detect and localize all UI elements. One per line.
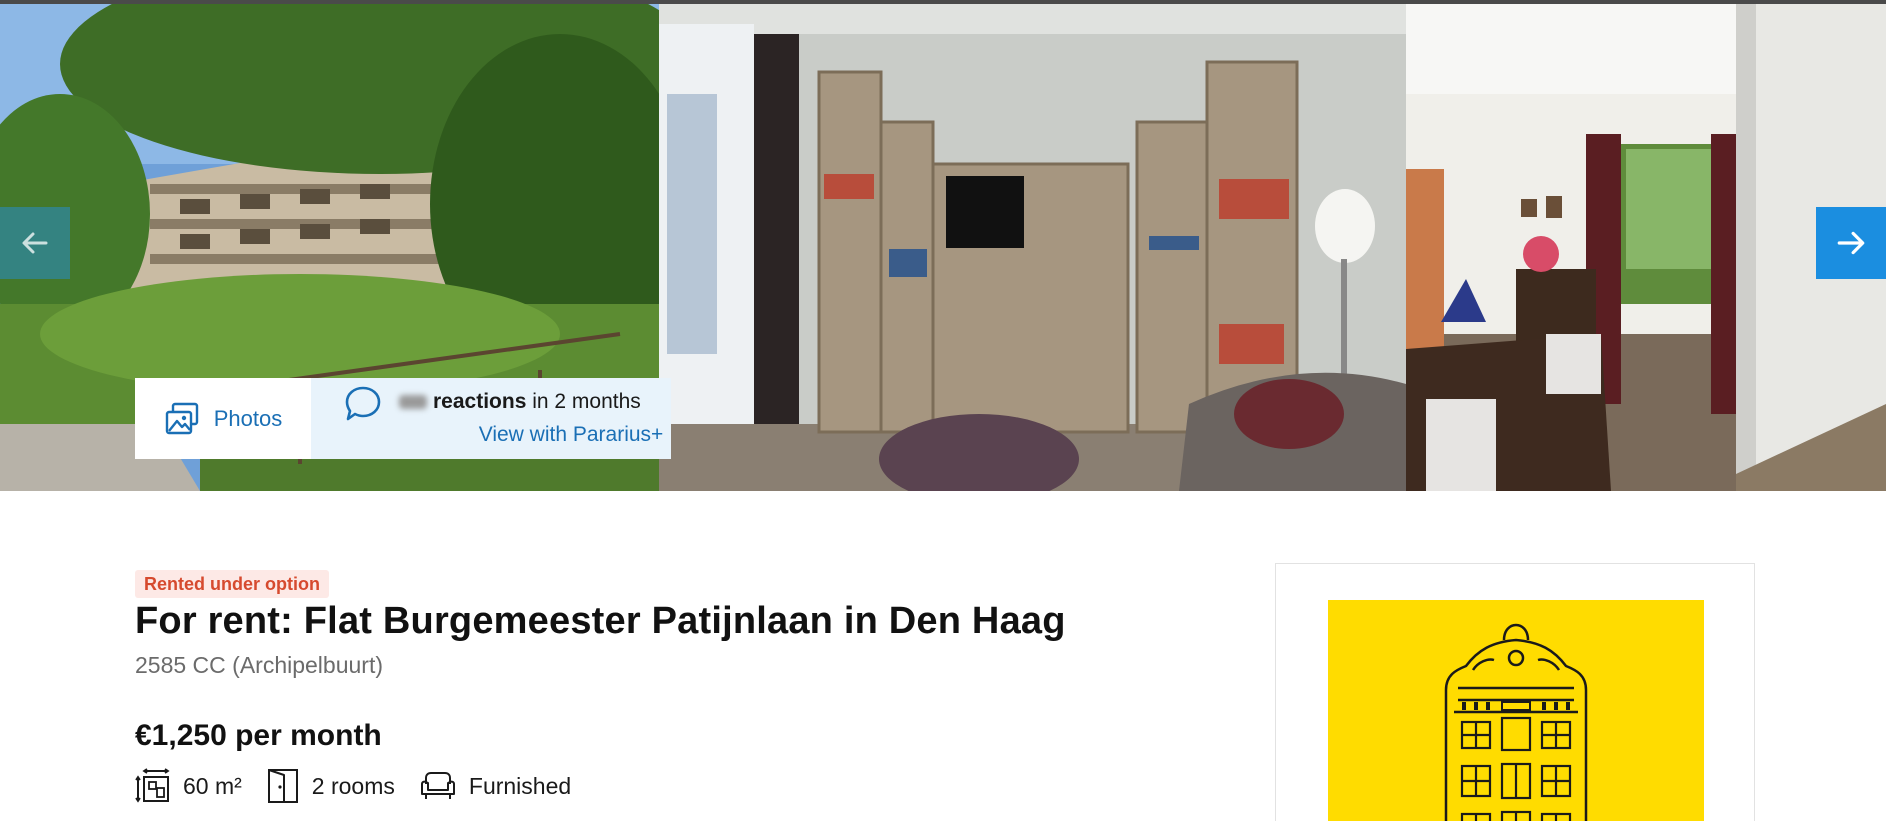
feature-rooms: 2 rooms: [266, 768, 395, 804]
photos-label: Photos: [213, 405, 283, 431]
reactions-period: in 2 months: [532, 390, 641, 413]
gallery-photo-living-room[interactable]: [659, 4, 1406, 491]
gallery-next-button[interactable]: [1816, 207, 1886, 279]
arrow-left-icon: [22, 232, 48, 254]
agent-logo[interactable]: [1328, 600, 1704, 821]
reactions-summary: reactions in 2 months: [399, 390, 641, 414]
listing-title: For rent: Flat Burgemeester Patijnlaan i…: [135, 600, 1066, 642]
door-icon: [267, 769, 298, 803]
feature-furnished: Furnished: [419, 770, 571, 802]
armchair-icon: [420, 772, 455, 799]
gallery-prev-button[interactable]: [0, 207, 70, 279]
agent-card[interactable]: [1275, 563, 1755, 821]
feature-surface: 60 m²: [135, 768, 242, 804]
feature-furnished-label: Furnished: [468, 772, 572, 799]
feature-surface-label: 60 m²: [183, 772, 242, 799]
feature-rooms-label: 2 rooms: [311, 772, 395, 799]
chat-bubble-icon: [345, 386, 381, 421]
gallery-overlay-bar: Photos reactions in 2 months View with P…: [135, 378, 671, 459]
gallery-photo-dining-room[interactable]: [1406, 4, 1736, 491]
arrow-right-icon: [1837, 231, 1865, 255]
photos-button[interactable]: Photos: [135, 378, 311, 459]
photos-icon: [165, 402, 198, 434]
surface-area-icon: [135, 768, 170, 803]
listing-price: €1,250 per month: [135, 719, 382, 752]
photo-gallery[interactable]: Photos reactions in 2 months View with P…: [0, 4, 1886, 491]
listing-features: 60 m² 2 rooms Furnished: [135, 766, 595, 806]
reactions-count-blurred: [399, 395, 427, 410]
canal-house-logo: [1444, 623, 1588, 821]
reactions-panel[interactable]: reactions in 2 months View with Pararius…: [311, 378, 671, 459]
pararius-plus-link[interactable]: View with Pararius+: [479, 423, 664, 447]
listing-location[interactable]: 2585 CC (Archipelbuurt): [135, 652, 383, 679]
reactions-label: reactions: [433, 390, 527, 413]
status-badge: Rented under option: [135, 570, 329, 598]
